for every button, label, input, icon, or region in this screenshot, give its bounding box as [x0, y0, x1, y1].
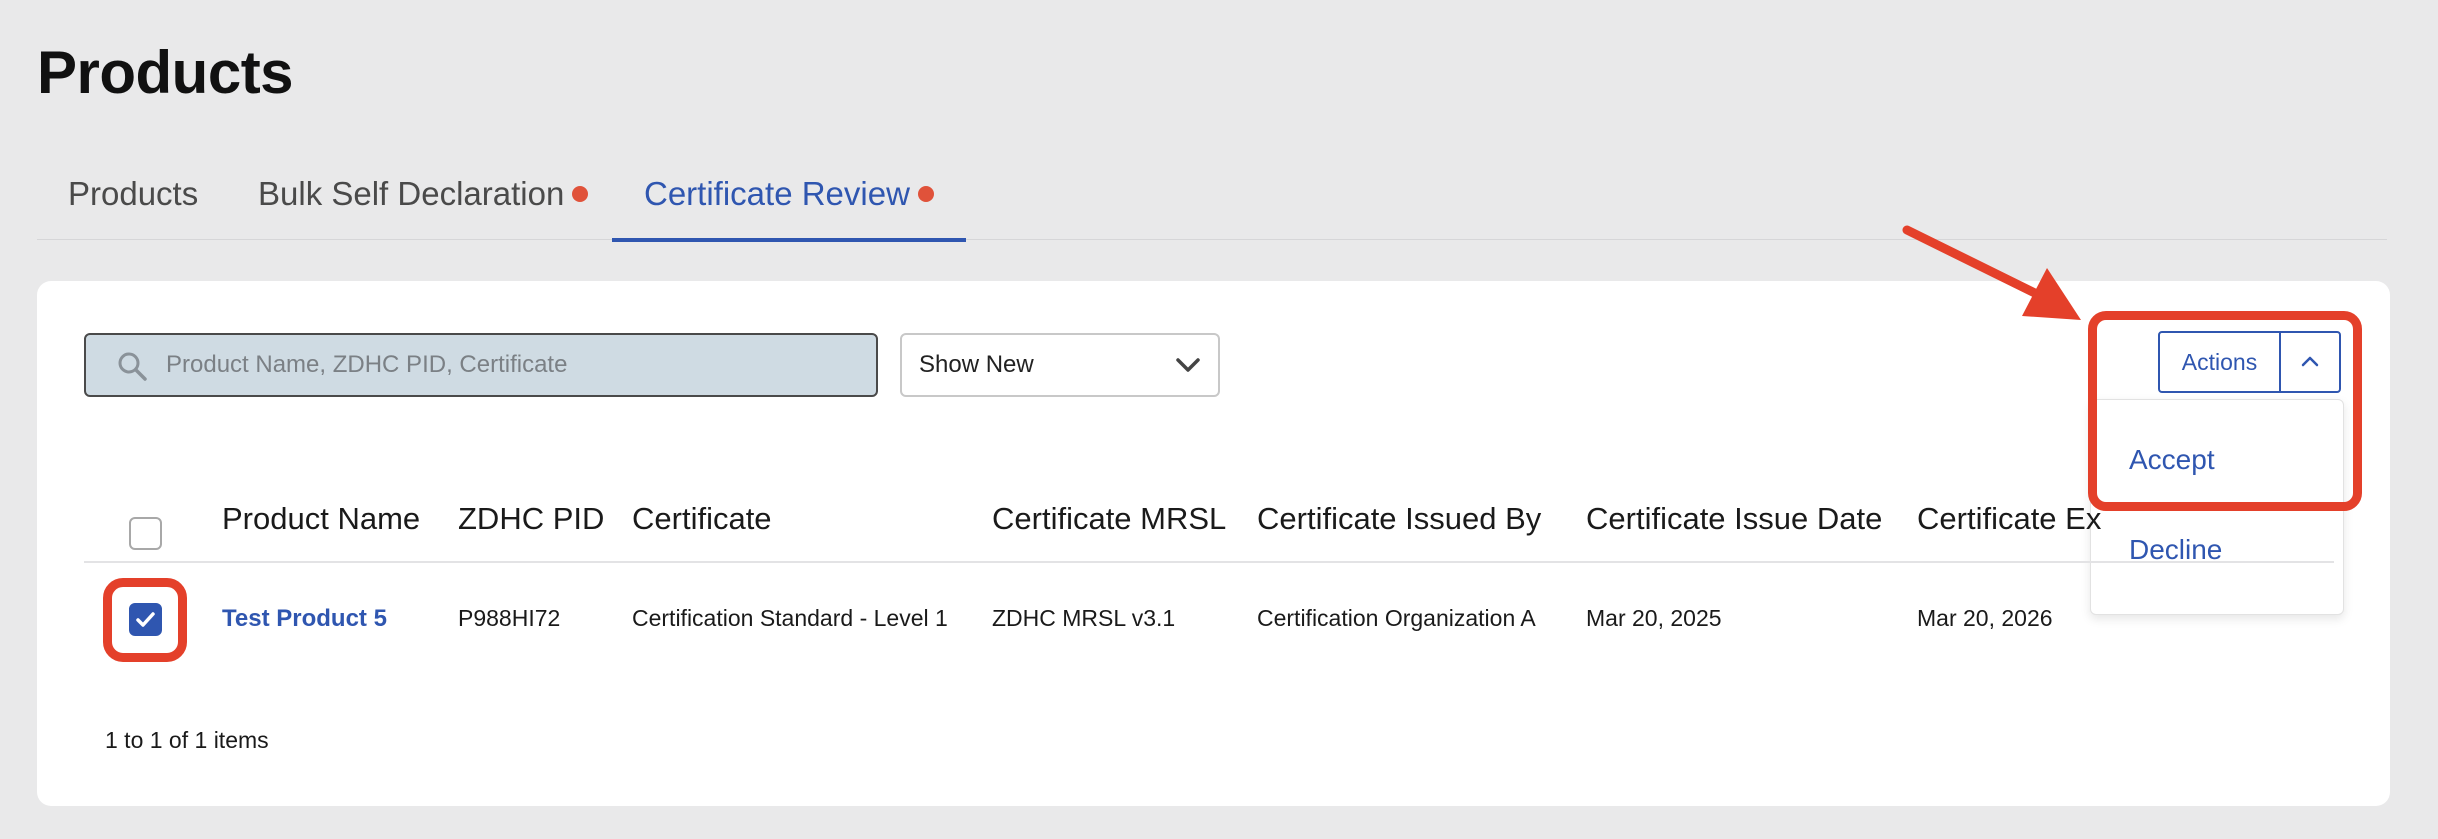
- checkmark-icon: [136, 612, 155, 627]
- row-checkbox[interactable]: [129, 603, 162, 636]
- actions-button[interactable]: Actions: [2160, 333, 2279, 391]
- cell-issued-by: Certification Organization A: [1257, 605, 1536, 631]
- column-header-zdhc-pid[interactable]: ZDHC PID: [458, 501, 604, 537]
- actions-split-button: Actions: [2158, 331, 2341, 393]
- column-header-certificate[interactable]: Certificate: [632, 501, 772, 537]
- column-header-certificate-expiry[interactable]: Certificate Ex: [1917, 501, 2101, 537]
- filter-selected-value: Show New: [919, 351, 1034, 378]
- filter-select[interactable]: Show New: [900, 333, 1220, 397]
- column-header-certificate-issue-date[interactable]: Certificate Issue Date: [1586, 501, 1882, 537]
- select-all-checkbox[interactable]: [129, 517, 162, 550]
- search-input[interactable]: [166, 335, 866, 395]
- column-header-product-name[interactable]: Product Name: [222, 501, 420, 537]
- pagination-summary: 1 to 1 of 1 items: [105, 727, 269, 753]
- tab-label: Products: [68, 175, 199, 212]
- certificate-review-panel: Show New Actions Accept Decline Product …: [37, 281, 2390, 806]
- cell-issue-date: Mar 20, 2025: [1586, 605, 1722, 631]
- cell-certificate-mrsl: ZDHC MRSL v3.1: [992, 605, 1176, 631]
- product-name-link[interactable]: Test Product 5: [222, 605, 387, 633]
- chevron-down-icon: [1176, 358, 1200, 372]
- column-header-certificate-issued-by[interactable]: Certificate Issued By: [1257, 501, 1541, 537]
- search-icon: [118, 352, 147, 381]
- search-box: [84, 333, 878, 397]
- tab-bulk-self-declaration[interactable]: Bulk Self Declaration: [258, 160, 589, 240]
- tab-certificate-review[interactable]: Certificate Review: [612, 160, 966, 242]
- tab-bar: Products Bulk Self Declaration Certifica…: [37, 160, 2387, 242]
- page-title: Products: [37, 39, 294, 106]
- cell-expiry-date: Mar 20, 2026: [1917, 605, 2053, 631]
- chevron-up-icon: [2301, 356, 2319, 367]
- tab-label: Bulk Self Declaration: [258, 175, 565, 212]
- cell-zdhc-pid: P988HI72: [458, 605, 561, 631]
- notification-dot: [572, 186, 589, 202]
- cell-certificate: Certification Standard - Level 1: [632, 605, 948, 631]
- notification-dot: [917, 186, 934, 202]
- tab-products[interactable]: Products: [68, 160, 198, 240]
- table-row: Test Product 5 P988HI72 Certification St…: [84, 563, 2334, 673]
- table-header: Product Name ZDHC PID Certificate Certif…: [84, 471, 2334, 563]
- actions-menu-toggle[interactable]: [2279, 333, 2339, 391]
- tab-label: Certificate Review: [644, 175, 910, 212]
- column-header-certificate-mrsl[interactable]: Certificate MRSL: [992, 501, 1226, 537]
